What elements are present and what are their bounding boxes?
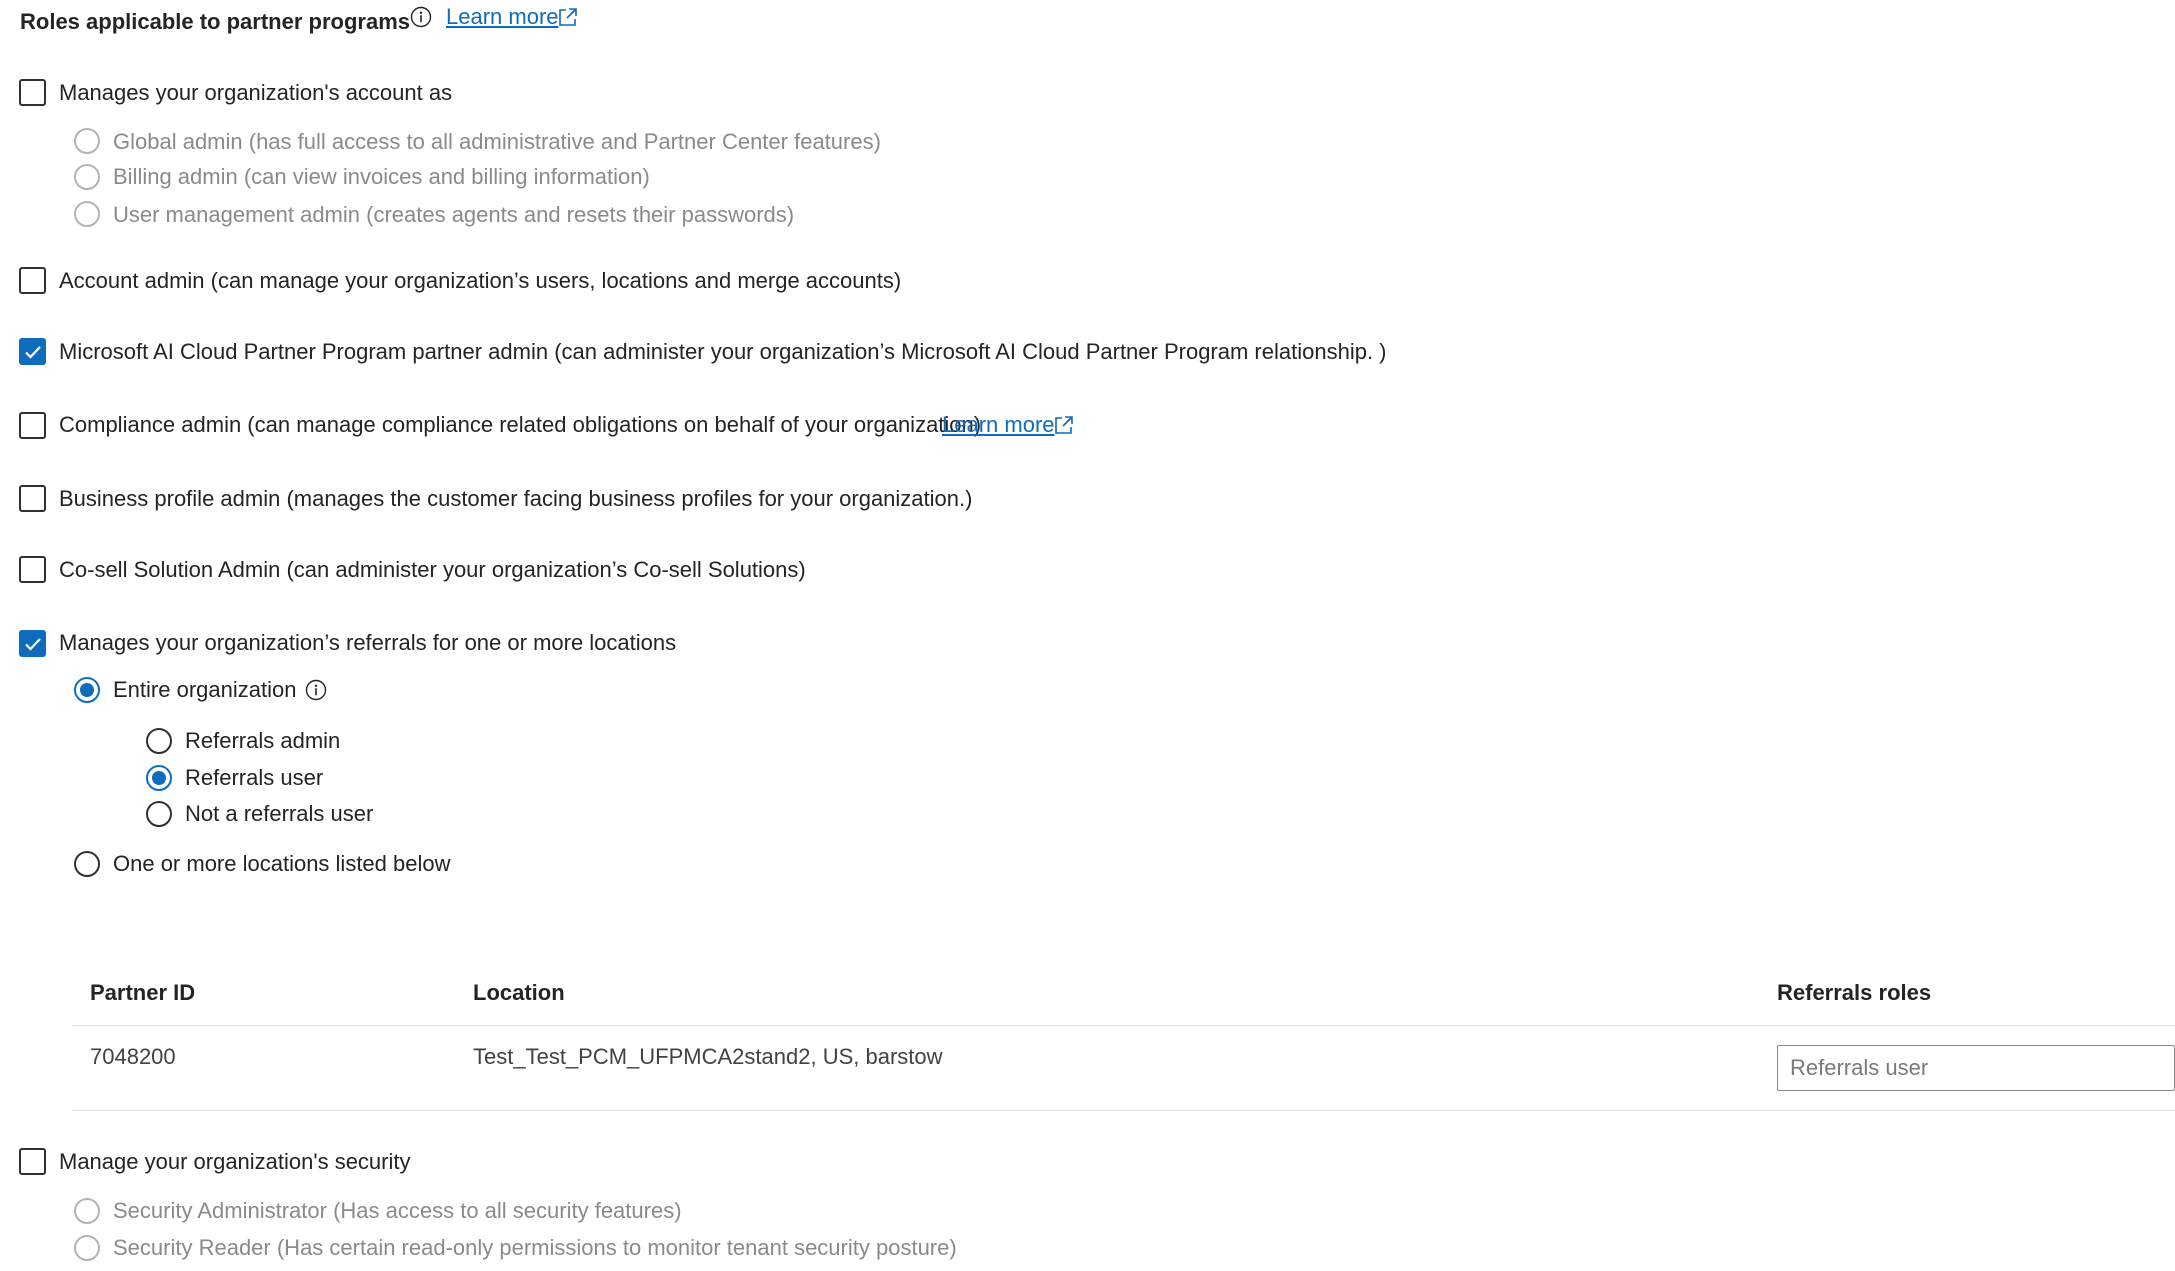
referrals-user-radio[interactable]: [146, 765, 172, 791]
location-header: Location: [473, 980, 565, 1005]
security-administrator-radio[interactable]: [74, 1198, 100, 1224]
referrals-admin-label: Referrals admin: [185, 728, 341, 753]
global-admin-radio[interactable]: [74, 128, 100, 154]
referrals-role-value: Referrals user: [1790, 1055, 1929, 1080]
referrals-user-label: Referrals user: [185, 765, 324, 790]
info-icon[interactable]: [410, 6, 432, 28]
entire-organization-label: Entire organization: [113, 677, 297, 702]
user-management-admin-radio[interactable]: [74, 201, 100, 227]
manages-account-checkbox[interactable]: [19, 79, 46, 106]
ai-cloud-partner-admin-label: Microsoft AI Cloud Partner Program partn…: [59, 339, 1387, 364]
security-label: Manage your organization's security: [59, 1149, 411, 1174]
business-profile-admin-label: Business profile admin (manages the cust…: [59, 486, 973, 511]
learn-more-link[interactable]: Learn more: [446, 3, 559, 31]
table-row-divider: [72, 1110, 2175, 1111]
cosell-admin-label: Co-sell Solution Admin (can administer y…: [59, 557, 806, 582]
security-reader-radio[interactable]: [74, 1235, 100, 1261]
referrals-roles-header: Referrals roles: [1777, 980, 1932, 1005]
cosell-admin-checkbox[interactable]: [19, 556, 46, 583]
external-link-icon: [1055, 416, 1073, 434]
external-link-icon: [559, 8, 577, 26]
referrals-admin-radio[interactable]: [146, 728, 172, 754]
compliance-learn-more-link[interactable]: Learn more: [942, 411, 1055, 439]
one-or-more-locations-label: One or more locations listed below: [113, 851, 451, 876]
referrals-checkbox[interactable]: [19, 630, 46, 657]
security-reader-label: Security Reader (Has certain read-only p…: [113, 1235, 957, 1260]
one-or-more-locations-radio[interactable]: [74, 851, 100, 877]
section-title: Roles applicable to partner programs: [20, 9, 410, 34]
ai-cloud-partner-admin-checkbox[interactable]: [19, 338, 46, 365]
compliance-admin-checkbox[interactable]: [19, 412, 46, 439]
partner-id-cell: 7048200: [90, 1044, 176, 1069]
compliance-admin-label: Compliance admin (can manage compliance …: [59, 412, 982, 437]
global-admin-label: Global admin (has full access to all adm…: [113, 129, 881, 154]
referrals-label: Manages your organization’s referrals fo…: [59, 630, 677, 655]
partner-id-header: Partner ID: [90, 980, 196, 1005]
location-cell: Test_Test_PCM_UFPMCA2stand2, US, barstow: [473, 1044, 943, 1069]
not-referrals-user-label: Not a referrals user: [185, 801, 374, 826]
account-admin-checkbox[interactable]: [19, 267, 46, 294]
billing-admin-radio[interactable]: [74, 164, 100, 190]
business-profile-admin-checkbox[interactable]: [19, 485, 46, 512]
entire-organization-radio[interactable]: [74, 677, 100, 703]
security-administrator-label: Security Administrator (Has access to al…: [113, 1198, 682, 1223]
manages-account-label: Manages your organization's account as: [59, 80, 453, 105]
not-referrals-user-radio[interactable]: [146, 801, 172, 827]
checkmark-icon: [24, 345, 41, 359]
user-management-admin-label: User management admin (creates agents an…: [113, 202, 795, 227]
account-admin-label: Account admin (can manage your organizat…: [59, 268, 902, 293]
table-header-divider: [72, 1025, 2175, 1026]
referrals-role-select[interactable]: Referrals user: [1777, 1045, 2175, 1091]
billing-admin-label: Billing admin (can view invoices and bil…: [113, 164, 650, 189]
security-checkbox[interactable]: [19, 1148, 46, 1175]
info-icon[interactable]: [305, 679, 327, 701]
checkmark-icon: [24, 637, 41, 651]
